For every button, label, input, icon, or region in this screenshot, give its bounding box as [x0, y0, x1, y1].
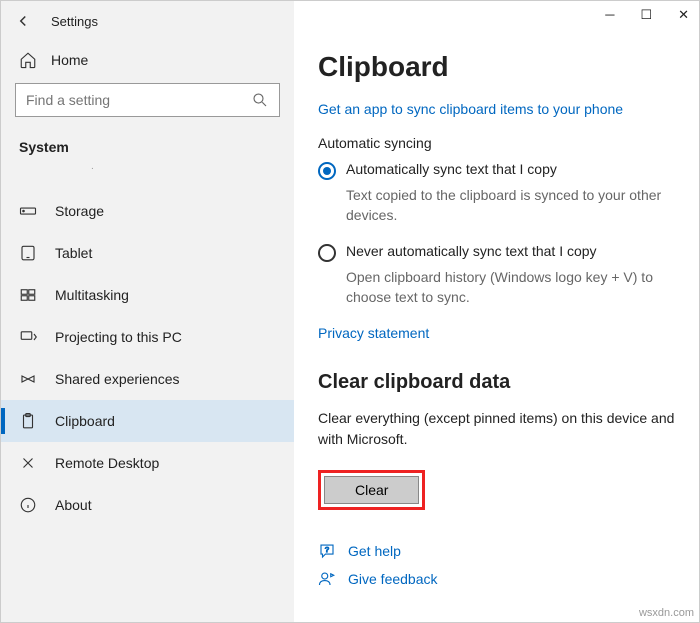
sidebar-item-shared[interactable]: Shared experiences	[1, 358, 294, 400]
sidebar-item-about[interactable]: About	[1, 484, 294, 526]
radio-hint: Text copied to the clipboard is synced t…	[346, 186, 675, 225]
sidebar-item-label: Projecting to this PC	[55, 329, 182, 345]
clear-heading: Clear clipboard data	[318, 371, 675, 394]
multitasking-icon	[19, 286, 37, 304]
radio-hint: Open clipboard history (Windows logo key…	[346, 268, 675, 307]
clear-button[interactable]: Clear	[324, 476, 419, 504]
storage-icon	[19, 202, 37, 220]
sidebar-item-label: Storage	[55, 203, 104, 219]
page-title: Clipboard	[318, 51, 675, 83]
sidebar-item-remote[interactable]: Remote Desktop	[1, 442, 294, 484]
home-label: Home	[51, 52, 88, 68]
window-title: Settings	[51, 14, 98, 29]
clipboard-icon	[19, 412, 37, 430]
feedback-link[interactable]: Give feedback	[318, 570, 675, 588]
feedback-icon	[318, 570, 336, 588]
sync-app-link[interactable]: Get an app to sync clipboard items to yo…	[318, 101, 675, 117]
sidebar-item-storage[interactable]: Storage	[1, 190, 294, 232]
close-button[interactable]: ✕	[678, 7, 689, 23]
radio-selected-icon	[318, 162, 336, 180]
radio-unselected-icon	[318, 244, 336, 262]
about-icon	[19, 496, 37, 514]
sidebar-item-clipboard[interactable]: Clipboard	[1, 400, 294, 442]
home-link[interactable]: Home	[1, 41, 294, 83]
search-icon	[251, 91, 269, 109]
small-dot: .	[1, 161, 294, 172]
sidebar-item-multitasking[interactable]: Multitasking	[1, 274, 294, 316]
clear-description: Clear everything (except pinned items) o…	[318, 408, 675, 450]
remote-icon	[19, 454, 37, 472]
sidebar-item-label: Tablet	[55, 245, 92, 261]
projecting-icon	[19, 328, 37, 346]
feedback-label: Give feedback	[348, 571, 438, 587]
home-icon	[19, 51, 37, 69]
sidebar-item-label: Multitasking	[55, 287, 129, 303]
radio-label: Never automatically sync text that I cop…	[346, 243, 597, 259]
tablet-icon	[19, 244, 37, 262]
sidebar-item-label: Remote Desktop	[55, 455, 159, 471]
radio-auto-sync[interactable]: Automatically sync text that I copy	[318, 161, 675, 180]
help-label: Get help	[348, 543, 401, 559]
sidebar-item-tablet[interactable]: Tablet	[1, 232, 294, 274]
sidebar-item-label: Clipboard	[55, 413, 115, 429]
help-icon: ?	[318, 542, 336, 560]
maximize-button[interactable]: ☐	[640, 7, 652, 23]
watermark: wsxdn.com	[639, 607, 694, 619]
privacy-link[interactable]: Privacy statement	[318, 325, 675, 341]
minimize-button[interactable]: ─	[605, 7, 614, 23]
radio-never-sync[interactable]: Never automatically sync text that I cop…	[318, 243, 675, 262]
search-input[interactable]	[15, 83, 280, 117]
sidebar-item-label: Shared experiences	[55, 371, 180, 387]
section-system: System	[1, 131, 294, 161]
shared-icon	[19, 370, 37, 388]
sidebar-item-projecting[interactable]: Projecting to this PC	[1, 316, 294, 358]
get-help-link[interactable]: ? Get help	[318, 542, 675, 560]
svg-text:?: ?	[325, 545, 329, 554]
auto-sync-heading: Automatic syncing	[318, 135, 675, 151]
clear-highlight: Clear	[318, 470, 425, 510]
back-icon[interactable]	[11, 12, 35, 30]
sidebar-item-label: About	[55, 497, 92, 513]
radio-label: Automatically sync text that I copy	[346, 161, 557, 177]
